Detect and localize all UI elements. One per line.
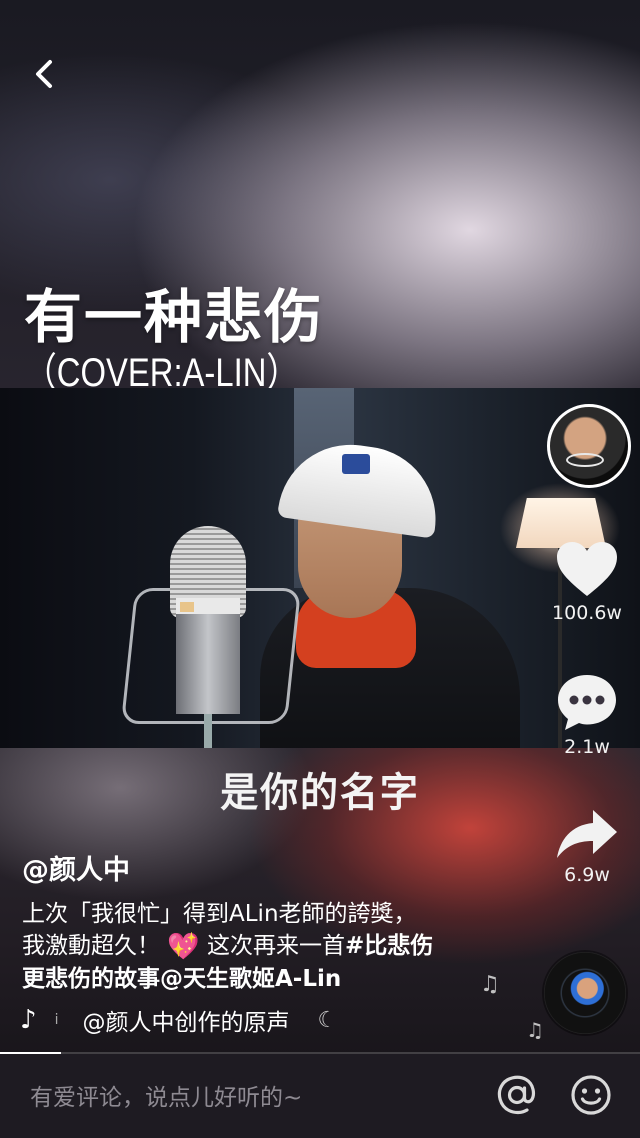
comment-input[interactable]	[28, 1080, 472, 1116]
music-note-icon: ♪	[20, 1005, 37, 1035]
floating-music-note-icon: ♫	[526, 1018, 544, 1042]
description-text: 这次再来一首	[199, 933, 345, 959]
description-line-3: 更悲伤的故事@天生歌姬A-Lin	[22, 963, 492, 995]
microphone-badge	[180, 602, 194, 612]
back-chevron-icon[interactable]	[26, 54, 66, 94]
post-description: 上次「我很忙」得到ALin老師的誇獎， 我激動超久！ 💖 这次再来一首#比悲伤 …	[22, 898, 492, 995]
cap-logo	[342, 454, 370, 474]
mention-link[interactable]: @天生歌姬A-Lin	[160, 966, 341, 992]
emoji-smiley-icon[interactable]	[570, 1074, 612, 1116]
floating-music-note-icon: ♫	[480, 972, 500, 997]
comment-button[interactable]: 2.1w	[537, 672, 637, 758]
microphone-body	[176, 614, 240, 714]
creator-username[interactable]: @颜人中	[22, 848, 130, 887]
hashtag-link[interactable]: #比悲伤	[345, 933, 433, 959]
share-count: 6.9w	[564, 864, 610, 886]
like-count: 100.6w	[552, 602, 622, 624]
share-button[interactable]: 6.9w	[537, 808, 637, 886]
creator-avatar[interactable]	[547, 404, 631, 488]
music-label[interactable]: @颜人中创作的原声	[82, 1003, 289, 1037]
comment-bubble-icon[interactable]	[555, 672, 619, 732]
share-arrow-icon[interactable]	[555, 808, 619, 860]
heart-icon[interactable]	[555, 540, 619, 598]
sparkling-heart-icon: 💖	[167, 932, 200, 962]
video-player-screen: 有一种悲伤 （COVER:A-LIN） 是你的名字 100.6w 2.1w 6.…	[0, 0, 640, 1138]
description-line-2: 我激動超久！ 💖 这次再来一首#比悲伤	[22, 930, 492, 963]
disc-cover	[562, 970, 608, 1016]
description-text-bold: 更悲伤的故事	[22, 966, 160, 992]
description-line-1: 上次「我很忙」得到ALin老師的誇獎，	[22, 901, 417, 927]
music-row[interactable]: ♪ ⅰ @颜人中创作的原声 ☾	[20, 1004, 337, 1036]
avatar-chain	[566, 453, 604, 467]
lyric-caption: 是你的名字	[220, 770, 420, 816]
marquee-tail: ☾	[317, 1007, 338, 1033]
music-disc-button[interactable]	[544, 952, 626, 1034]
marquee-fade: ⅰ	[54, 1012, 59, 1028]
like-button[interactable]: 100.6w	[537, 540, 637, 624]
at-mention-icon[interactable]	[496, 1074, 538, 1116]
microphone-stand	[204, 714, 212, 748]
description-text: 我激動超久！	[22, 933, 160, 959]
comment-count: 2.1w	[564, 736, 610, 758]
